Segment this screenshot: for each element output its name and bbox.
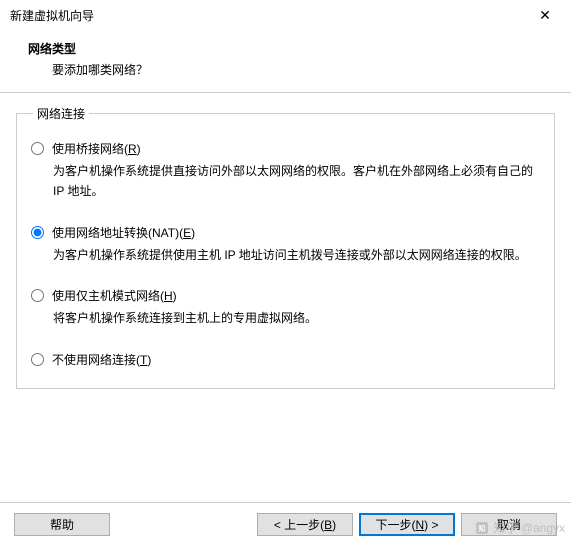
option-none: 不使用网络连接(T)	[31, 351, 540, 368]
wizard-footer: 帮助 < 上一步(B) 下一步(N) > 取消	[0, 502, 571, 546]
page-heading: 网络类型	[0, 40, 571, 57]
wizard-header: 网络类型 要添加哪类网络？	[0, 30, 571, 93]
back-button[interactable]: < 上一步(B)	[257, 513, 353, 536]
cancel-button[interactable]: 取消	[461, 513, 557, 536]
option-hostonly: 使用仅主机模式网络(H) 将客户机操作系统连接到主机上的专用虚拟网络。	[31, 287, 540, 328]
title-bar: 新建虚拟机向导 ✕	[0, 0, 571, 30]
group-legend: 网络连接	[33, 105, 89, 122]
radio-hostonly[interactable]	[31, 289, 44, 302]
help-button[interactable]: 帮助	[14, 513, 110, 536]
label-none[interactable]: 不使用网络连接(T)	[52, 351, 151, 368]
close-button[interactable]: ✕	[523, 1, 567, 29]
label-nat[interactable]: 使用网络地址转换(NAT)(E)	[52, 224, 195, 241]
wizard-body: 网络连接 使用桥接网络(R) 为客户机操作系统提供直接访问外部以太网网络的权限。…	[0, 93, 571, 493]
radio-none[interactable]	[31, 353, 44, 366]
desc-hostonly: 将客户机操作系统连接到主机上的专用虚拟网络。	[53, 308, 540, 328]
option-nat: 使用网络地址转换(NAT)(E) 为客户机操作系统提供使用主机 IP 地址访问主…	[31, 224, 540, 265]
desc-bridged: 为客户机操作系统提供直接访问外部以太网网络的权限。客户机在外部网络上必须有自己的…	[53, 161, 540, 202]
label-hostonly[interactable]: 使用仅主机模式网络(H)	[52, 287, 177, 304]
network-connection-group: 网络连接 使用桥接网络(R) 为客户机操作系统提供直接访问外部以太网网络的权限。…	[16, 105, 555, 389]
window-title: 新建虚拟机向导	[10, 7, 94, 24]
option-bridged: 使用桥接网络(R) 为客户机操作系统提供直接访问外部以太网网络的权限。客户机在外…	[31, 140, 540, 202]
radio-nat[interactable]	[31, 226, 44, 239]
close-icon: ✕	[539, 7, 551, 24]
radio-bridged[interactable]	[31, 142, 44, 155]
label-bridged[interactable]: 使用桥接网络(R)	[52, 140, 141, 157]
page-subheading: 要添加哪类网络？	[0, 61, 571, 78]
desc-nat: 为客户机操作系统提供使用主机 IP 地址访问主机拨号连接或外部以太网网络连接的权…	[53, 245, 540, 265]
next-button[interactable]: 下一步(N) >	[359, 513, 455, 536]
